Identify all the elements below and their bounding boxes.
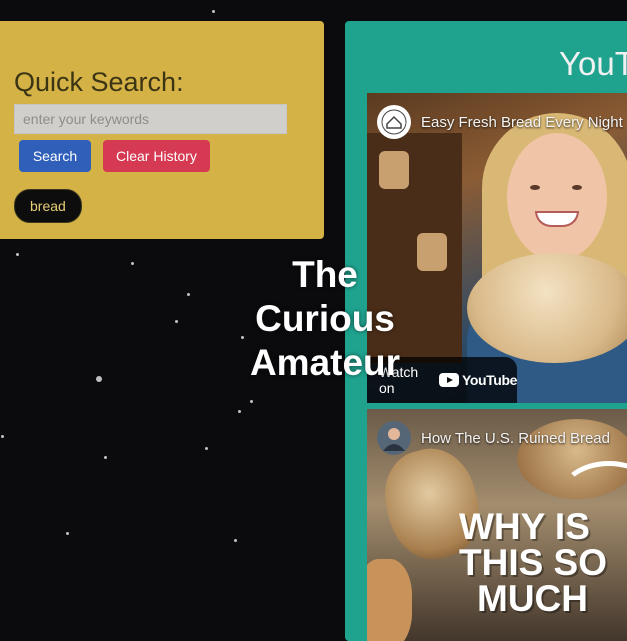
star (250, 400, 253, 403)
youtube-logo: YouTube (438, 372, 517, 388)
video-header: Easy Fresh Bread Every Night (377, 105, 623, 139)
video-title[interactable]: Easy Fresh Bread Every Night (421, 114, 623, 131)
star (187, 293, 190, 296)
jar (417, 233, 447, 271)
channel-avatar-icon[interactable] (377, 421, 411, 455)
video-title[interactable]: How The U.S. Ruined Bread (421, 430, 610, 447)
star (175, 320, 178, 323)
quick-search-title: Quick Search: (14, 67, 184, 97)
site-title-line: The (292, 254, 358, 295)
site-title-line: Amateur (249, 342, 401, 383)
overlay-line: MUCH (477, 578, 588, 619)
youtube-play-icon (438, 373, 459, 387)
jar (379, 151, 409, 189)
bread-image (367, 559, 412, 641)
overlay-line: THIS SO (459, 542, 608, 583)
video-header: How The U.S. Ruined Bread (377, 421, 610, 455)
quick-search-panel: Quick Search: Search Clear History bread (0, 21, 324, 239)
person-eye (530, 185, 540, 190)
star (104, 456, 107, 459)
star (96, 376, 102, 382)
site-title: The Curious Amateur (230, 253, 420, 385)
star (212, 10, 215, 13)
star (205, 447, 208, 450)
star (16, 253, 19, 256)
channel-logo-icon[interactable] (377, 105, 411, 139)
search-actions: Search Clear History (19, 140, 324, 172)
youtube-heading: YouTube (559, 45, 627, 82)
video-embed-2[interactable]: How The U.S. Ruined Bread WHY IS THIS SO… (367, 409, 627, 641)
star (238, 410, 241, 413)
star (131, 262, 134, 265)
search-button[interactable]: Search (19, 140, 91, 172)
clear-history-button[interactable]: Clear History (103, 140, 210, 172)
thumbnail-overlay-text: WHY IS THIS SO MUCH (459, 506, 608, 619)
person-face (507, 133, 607, 261)
site-title-line: Curious (255, 298, 395, 339)
search-input[interactable] (14, 104, 287, 134)
youtube-wordmark: YouTube (461, 372, 517, 388)
overlay-line: WHY IS (459, 506, 590, 547)
person-eye (572, 185, 582, 190)
history-chip-bread[interactable]: bread (14, 189, 82, 223)
star (234, 539, 237, 542)
star (1, 435, 4, 438)
star (66, 532, 69, 535)
